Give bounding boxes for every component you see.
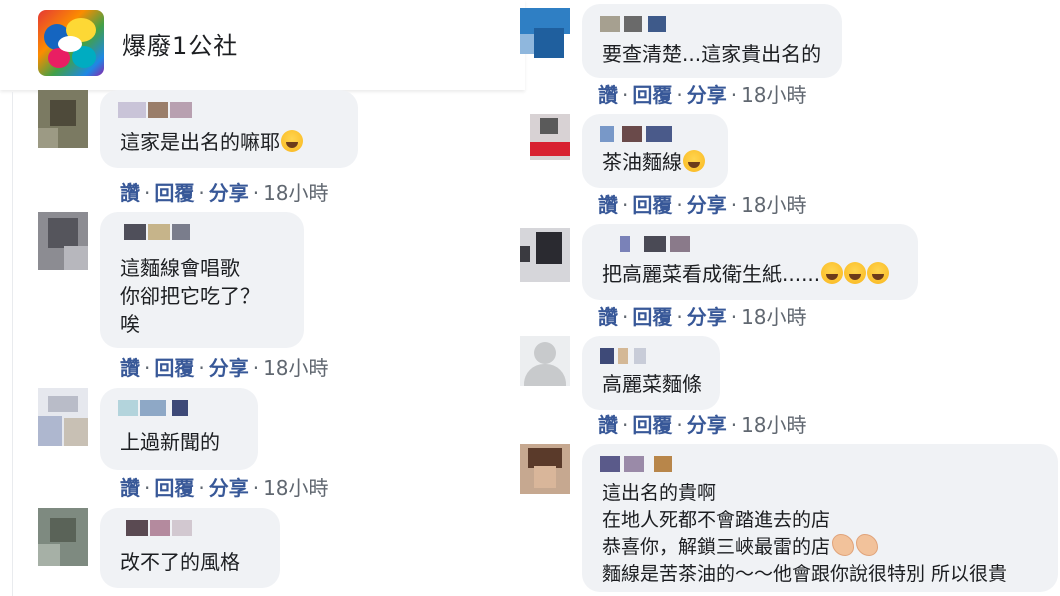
comment-bubble: 高麗菜麵條 (582, 336, 720, 410)
reply-link[interactable]: 回覆 (632, 304, 672, 330)
rofl-emoji-icon (844, 262, 867, 284)
comment-text: 把高麗菜看成衛生紙...... (602, 260, 890, 288)
comment-bubble: 這麵線會唱歌 你卻把它吃了？ 唉 (100, 212, 304, 348)
comment-bubble: 把高麗菜看成衛生紙...... (582, 224, 918, 300)
reply-link[interactable]: 回覆 (154, 475, 194, 501)
like-link[interactable]: 讚 (120, 180, 140, 206)
clapping-hands-icon (832, 534, 855, 556)
like-link[interactable]: 讚 (598, 82, 618, 108)
avatar[interactable] (38, 388, 88, 446)
comment-text: 上過新聞的 (120, 430, 220, 454)
commenter-name-redacted[interactable] (600, 16, 676, 32)
comment-text: 這家是出名的嘛耶 (120, 128, 303, 156)
comment-text: 高麗菜麵條 (602, 372, 702, 396)
commenter-name-redacted[interactable] (600, 348, 676, 364)
timestamp[interactable]: 18小時 (263, 475, 328, 501)
comment-actions: 讚 · 回覆 · 分享 · 18小時 (598, 192, 807, 218)
like-link[interactable]: 讚 (598, 192, 618, 218)
commenter-name-redacted[interactable] (118, 102, 194, 118)
timestamp[interactable]: 18小時 (741, 304, 806, 330)
like-link[interactable]: 讚 (120, 475, 140, 501)
commenter-name-redacted[interactable] (600, 236, 690, 252)
reply-link[interactable]: 回覆 (632, 412, 672, 438)
comment-bubble: 這出名的貴啊 在地人死都不會踏進去的店 恭喜你，解鎖三峽最雷的店 麵線是苦茶油的… (582, 444, 1058, 592)
like-link[interactable]: 讚 (598, 412, 618, 438)
comment-actions: 讚 · 回覆 · 分享 · 18小時 (598, 82, 807, 108)
comment-bubble: 要查清楚...這家貴出名的 (582, 4, 842, 78)
page-name[interactable]: 爆廢1公社 (122, 26, 238, 61)
comment-text: 改不了的風格 (120, 550, 240, 574)
commenter-name-redacted[interactable] (118, 400, 194, 416)
commenter-name-redacted[interactable] (600, 456, 676, 472)
share-link[interactable]: 分享 (687, 82, 727, 108)
timestamp[interactable]: 18小時 (741, 192, 806, 218)
comment-bubble: 改不了的風格 (100, 508, 280, 588)
avatar[interactable] (520, 444, 570, 502)
avatar[interactable] (38, 508, 88, 566)
comment-bubble: 上過新聞的 (100, 388, 258, 470)
avatar[interactable] (38, 212, 88, 270)
comment-actions: 讚 · 回覆 · 分享 · 18小時 (598, 304, 807, 330)
comment-actions: 讚 · 回覆 · 分享 · 18小時 (120, 475, 329, 501)
reply-link[interactable]: 回覆 (632, 82, 672, 108)
timestamp[interactable]: 18小時 (741, 412, 806, 438)
like-link[interactable]: 讚 (120, 355, 140, 381)
comment-text: 要查清楚...這家貴出名的 (602, 42, 822, 66)
grinning-emoji-icon (683, 150, 705, 172)
share-link[interactable]: 分享 (209, 180, 249, 206)
avatar[interactable] (38, 90, 88, 148)
commenter-name-redacted[interactable] (118, 224, 194, 240)
comment-text: 這麵線會唱歌 你卻把它吃了？ 唉 (120, 256, 260, 336)
timestamp[interactable]: 18小時 (263, 180, 328, 206)
avatar[interactable] (520, 8, 570, 66)
comment-actions: 讚 · 回覆 · 分享 · 18小時 (598, 412, 807, 438)
avatar[interactable] (520, 228, 570, 286)
comment-bubble: 茶油麵線 (582, 114, 728, 188)
share-link[interactable]: 分享 (687, 304, 727, 330)
comment-actions: 讚 · 回覆 · 分享 · 18小時 (120, 180, 329, 206)
comment-text: 這出名的貴啊 在地人死都不會踏進去的店 恭喜你，解鎖三峽最雷的店 麵線是苦茶油的… (602, 482, 1008, 585)
commenter-name-redacted[interactable] (600, 126, 676, 142)
timestamp[interactable]: 18小時 (741, 82, 806, 108)
share-link[interactable]: 分享 (687, 192, 727, 218)
reply-link[interactable]: 回覆 (154, 180, 194, 206)
page-header: 爆廢1公社 (0, 0, 525, 90)
comment-actions: 讚 · 回覆 · 分享 · 18小時 (120, 355, 329, 381)
comment-text: 茶油麵線 (602, 148, 705, 176)
avatar[interactable] (520, 336, 570, 394)
avatar[interactable] (530, 114, 580, 172)
share-link[interactable]: 分享 (687, 412, 727, 438)
rofl-emoji-icon (867, 262, 890, 284)
timestamp[interactable]: 18小時 (263, 355, 328, 381)
comment-bubble: 這家是出名的嘛耶 (100, 90, 358, 168)
thread-rail (12, 92, 13, 596)
reply-link[interactable]: 回覆 (632, 192, 672, 218)
like-link[interactable]: 讚 (598, 304, 618, 330)
laughing-tears-emoji-icon (281, 130, 303, 152)
clapping-hands-icon (856, 534, 879, 556)
reply-link[interactable]: 回覆 (154, 355, 194, 381)
share-link[interactable]: 分享 (209, 355, 249, 381)
share-link[interactable]: 分享 (209, 475, 249, 501)
commenter-name-redacted[interactable] (118, 520, 194, 536)
rofl-emoji-icon (821, 262, 844, 284)
page-logo[interactable] (38, 10, 104, 76)
